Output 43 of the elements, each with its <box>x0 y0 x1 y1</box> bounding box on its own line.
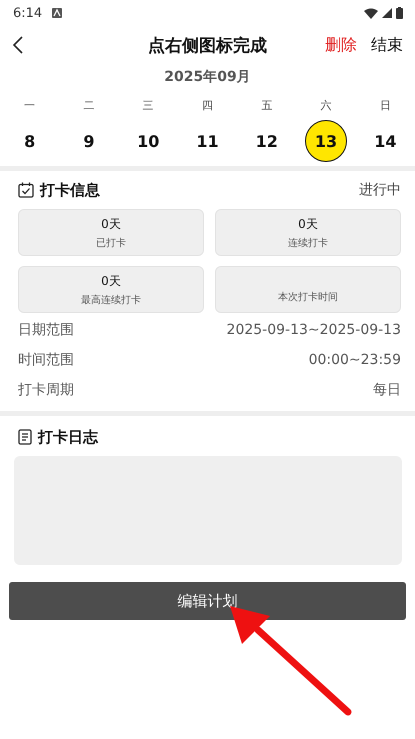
calendar-day[interactable]: 14 <box>364 120 406 162</box>
weekday-label: 五 <box>261 98 272 114</box>
weekday-label: 六 <box>320 98 332 114</box>
end-button[interactable]: 结束 <box>371 34 403 56</box>
weekday-label: 四 <box>202 98 213 114</box>
page-title: 点右侧图标完成 <box>148 34 267 56</box>
calendar-check-icon <box>18 182 34 198</box>
calendar-day[interactable]: 12 <box>246 120 288 162</box>
wifi-icon <box>364 8 378 18</box>
calendar-day[interactable]: 8 <box>8 120 51 162</box>
edit-plan-button[interactable]: 编辑计划 <box>9 582 406 620</box>
status-time: 6:14 <box>13 6 42 20</box>
section-title: 打卡信息 <box>40 180 100 200</box>
weekday-label: 三 <box>142 98 154 114</box>
stat-label: 已打卡 <box>96 236 126 250</box>
info-label: 时间范围 <box>18 351 74 369</box>
back-icon[interactable] <box>12 36 24 54</box>
calendar-day[interactable]: 13 <box>305 120 348 162</box>
info-label: 打卡周期 <box>18 381 74 399</box>
delete-button[interactable]: 删除 <box>325 34 357 56</box>
plan-status: 进行中 <box>359 181 401 199</box>
info-value: 2025-09-13~2025-09-13 <box>226 322 401 338</box>
info-value: 00:00~23:59 <box>308 352 401 368</box>
info-label: 日期范围 <box>18 321 74 339</box>
battery-icon <box>396 7 403 19</box>
stat-value: 0天 <box>298 216 318 232</box>
month-label: 2025年09月 <box>163 68 252 87</box>
stat-value: 0天 <box>101 272 121 290</box>
calendar-day[interactable]: 10 <box>127 120 170 162</box>
signal-icon <box>382 8 392 18</box>
stat-label: 最高连续打卡 <box>81 294 141 306</box>
info-value: 每日 <box>373 381 401 399</box>
calendar-day[interactable]: 11 <box>186 120 228 162</box>
notification-icon <box>52 8 62 18</box>
section-title: 打卡日志 <box>38 428 98 446</box>
calendar-day[interactable]: 9 <box>68 120 110 162</box>
stat-label: 连续打卡 <box>288 236 328 250</box>
weekday-label: 日 <box>380 98 391 114</box>
stat-value: 0天 <box>101 216 121 232</box>
weekday-label: 一 <box>24 98 36 114</box>
weekday-label: 二 <box>83 98 94 114</box>
stat-label: 本次打卡时间 <box>278 290 338 304</box>
document-icon <box>18 429 32 445</box>
